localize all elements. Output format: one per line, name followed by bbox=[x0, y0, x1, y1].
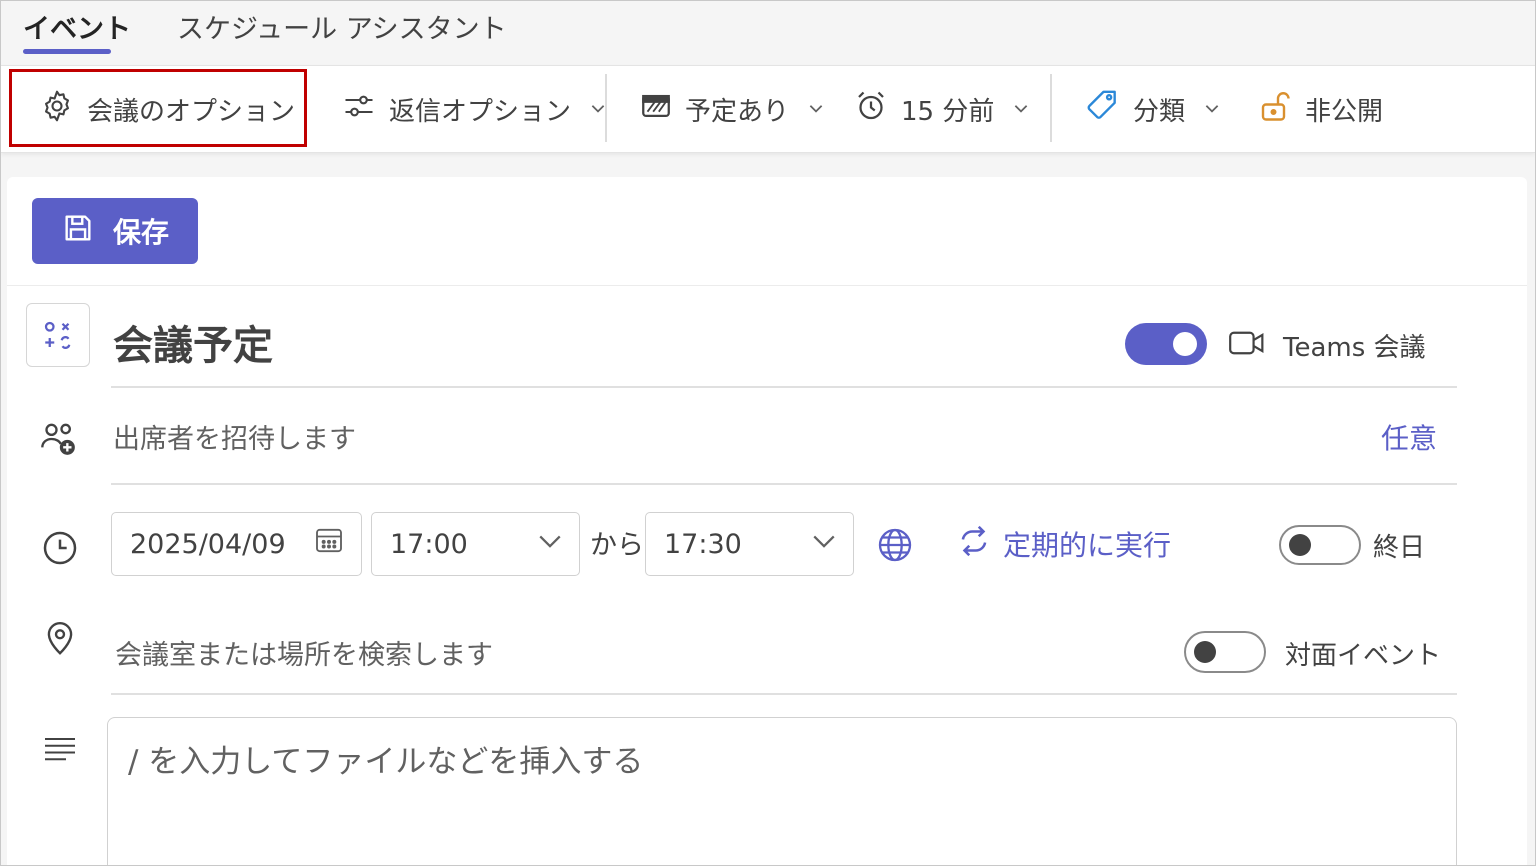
private-label: 非公開 bbox=[1305, 96, 1384, 127]
calendar-icon bbox=[313, 525, 345, 564]
divider bbox=[111, 386, 1457, 388]
chevron-down-icon bbox=[537, 528, 563, 561]
teams-meeting-toggle[interactable] bbox=[1125, 323, 1207, 365]
text-lines-icon bbox=[41, 733, 79, 763]
busy-status-icon bbox=[639, 89, 673, 130]
date-value: 2025/04/09 bbox=[130, 528, 286, 560]
active-tab-indicator bbox=[23, 49, 111, 54]
end-time-value: 17:30 bbox=[664, 528, 742, 560]
show-as-dropdown[interactable]: 予定あり bbox=[639, 66, 825, 152]
body-editor[interactable]: / を入力してファイルなどを挿入する bbox=[107, 717, 1457, 865]
chevron-down-icon bbox=[1012, 94, 1030, 124]
divider bbox=[7, 285, 1527, 286]
response-options-label: 返信オプション bbox=[389, 96, 572, 127]
location-pin-icon bbox=[39, 617, 81, 661]
divider bbox=[111, 693, 1457, 695]
toolbar-divider bbox=[605, 74, 607, 142]
category-icon[interactable] bbox=[26, 303, 90, 367]
recurrence-button[interactable]: 定期的に実行 bbox=[955, 509, 1171, 579]
tab-bar: イベント スケジュール アシスタント bbox=[1, 1, 1535, 65]
all-day-toggle[interactable] bbox=[1279, 525, 1361, 565]
toggle-knob bbox=[1194, 641, 1216, 663]
chevron-down-icon bbox=[1203, 94, 1221, 124]
divider bbox=[111, 483, 1457, 485]
date-picker[interactable]: 2025/04/09 bbox=[111, 512, 362, 576]
save-icon bbox=[61, 211, 95, 252]
tag-icon bbox=[1083, 87, 1121, 132]
toggle-knob bbox=[1173, 332, 1197, 356]
tab-scheduling-assistant[interactable]: スケジュール アシスタント bbox=[177, 7, 507, 46]
toggle-knob bbox=[1289, 534, 1311, 556]
categorize-label: 分類 bbox=[1133, 96, 1186, 127]
in-person-toggle[interactable] bbox=[1184, 631, 1266, 673]
tab-event[interactable]: イベント bbox=[23, 7, 131, 46]
show-as-label: 予定あり bbox=[685, 96, 790, 127]
start-time-value: 17:00 bbox=[390, 528, 468, 560]
globe-icon[interactable] bbox=[873, 523, 917, 567]
video-camera-icon bbox=[1227, 325, 1267, 361]
attendees-input[interactable]: 出席者を招待します bbox=[113, 417, 356, 456]
sliders-icon bbox=[341, 88, 377, 131]
chevron-down-icon bbox=[807, 94, 825, 124]
in-person-label: 対面イベント bbox=[1285, 641, 1442, 671]
reminder-label: 15 分前 bbox=[901, 96, 995, 127]
save-button[interactable]: 保存 bbox=[32, 198, 198, 264]
optional-attendees-link[interactable]: 任意 bbox=[1381, 417, 1437, 457]
event-title[interactable]: 会議予定 bbox=[113, 313, 273, 371]
location-input[interactable]: 会議室または場所を検索します bbox=[115, 633, 493, 672]
recurrence-label: 定期的に実行 bbox=[1003, 529, 1172, 562]
repeat-icon bbox=[955, 522, 993, 567]
clock-icon bbox=[39, 527, 81, 569]
people-add-icon bbox=[37, 417, 81, 461]
categorize-dropdown[interactable]: 分類 bbox=[1083, 66, 1221, 152]
alarm-icon bbox=[853, 88, 889, 131]
highlight-box bbox=[9, 69, 307, 147]
all-day-label: 終日 bbox=[1373, 533, 1426, 563]
time-separator: から bbox=[590, 530, 644, 561]
body-placeholder: / を入力してファイルなどを挿入する bbox=[128, 744, 644, 780]
unlock-icon bbox=[1257, 87, 1293, 132]
teams-meeting-label: Teams 会議 bbox=[1283, 333, 1426, 363]
save-label: 保存 bbox=[112, 216, 169, 249]
end-time-dropdown[interactable]: 17:30 bbox=[645, 512, 854, 576]
app-window: イベント スケジュール アシスタント 会議のオプション 返信オプション 予定あり… bbox=[0, 0, 1536, 866]
event-form: 保存 会議予定 Teams 会議 出席者を招待します 任意 2025/04/09… bbox=[7, 177, 1527, 865]
reminder-dropdown[interactable]: 15 分前 bbox=[853, 66, 1030, 152]
response-options-button[interactable]: 返信オプション bbox=[341, 66, 607, 152]
chevron-down-icon bbox=[811, 528, 837, 561]
private-toggle-button[interactable]: 非公開 bbox=[1257, 66, 1383, 152]
start-time-dropdown[interactable]: 17:00 bbox=[371, 512, 580, 576]
toolbar-divider bbox=[1050, 74, 1052, 142]
